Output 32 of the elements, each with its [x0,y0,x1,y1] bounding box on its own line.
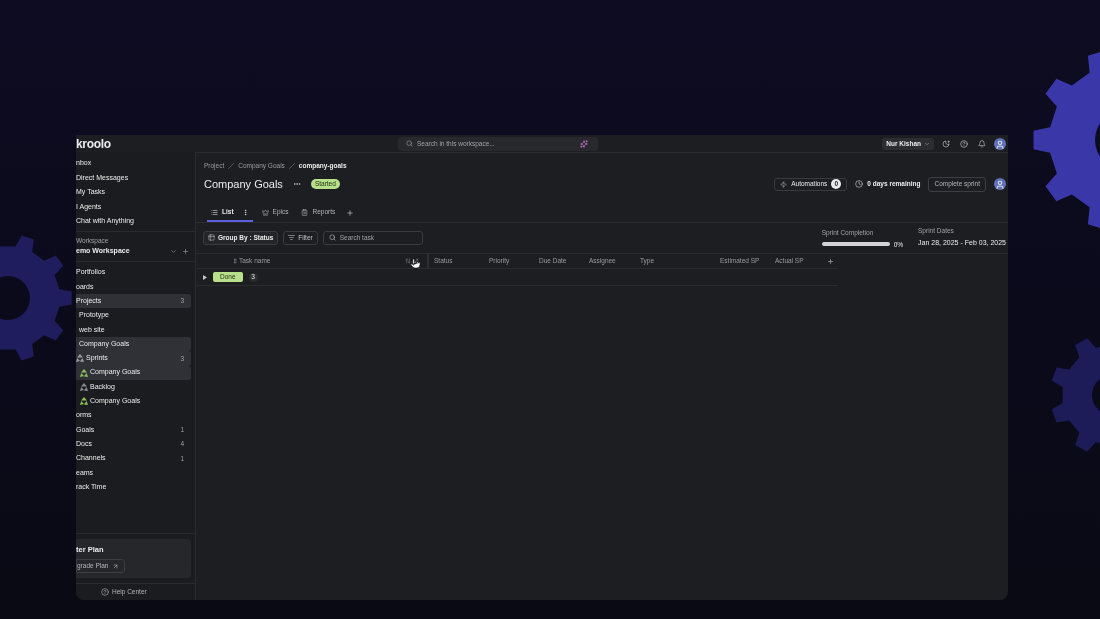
slash-icon [288,163,295,169]
drag-handle-icon[interactable] [232,258,238,264]
filter-icon [288,234,296,241]
add-icon[interactable] [182,248,189,255]
chevron-down-icon [924,140,930,147]
caret-icon[interactable] [203,274,207,280]
slash-icon [228,163,235,169]
chevron-down-icon[interactable] [170,248,177,255]
search-icon [328,234,336,241]
page-title: Company Goals [204,176,283,192]
help-icon[interactable] [960,139,968,148]
list-icon [211,208,218,216]
table-icon [208,234,215,241]
sort-icon[interactable] [405,258,411,264]
arrow-up-right-icon [112,562,120,570]
avatar-icon[interactable] [994,137,1006,150]
avatar-icon[interactable] [994,178,1006,190]
crown-icon [261,208,269,216]
add-column-icon[interactable] [827,257,834,265]
sparkle-icon[interactable] [580,139,588,148]
moon-icon[interactable] [942,139,950,148]
bell-icon[interactable] [978,139,986,148]
search-icon [406,140,413,147]
add-icon[interactable] [346,209,355,217]
help-icon [101,588,109,596]
clock-icon [855,180,864,188]
hand-cursor-icon [410,258,421,269]
app-logo[interactable]: kroolo [76,137,111,150]
lightning-icon [780,180,788,188]
clipboard-icon [301,208,309,216]
kebab-icon[interactable] [414,258,420,264]
more-icon[interactable] [292,180,301,188]
